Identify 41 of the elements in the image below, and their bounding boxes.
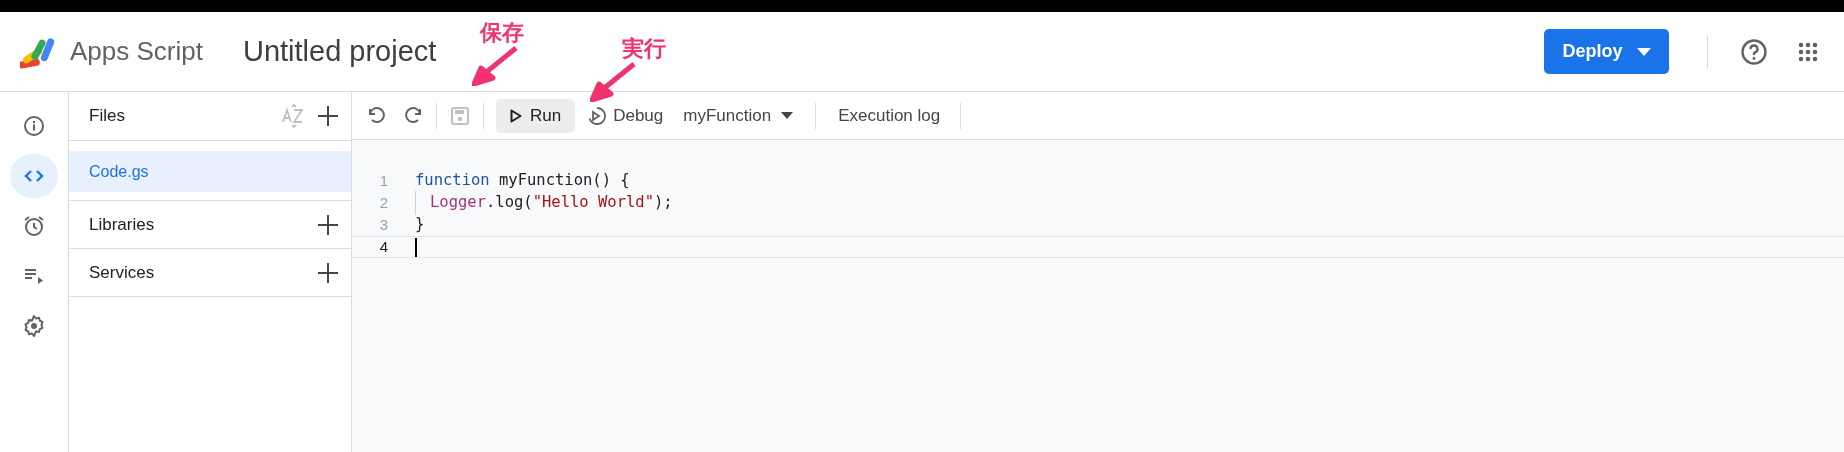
alarm-clock-icon [22,214,46,238]
play-icon [510,108,522,123]
execution-log-button[interactable]: Execution log [830,98,949,133]
panel-title: Files [89,105,126,128]
code-token: Logger [415,191,486,215]
deploy-button[interactable]: Deploy [1544,29,1669,74]
help-icon[interactable] [1740,37,1768,66]
section-title[interactable]: Libraries [89,211,317,238]
annotation-arrow [590,62,636,102]
text-cursor [415,237,417,257]
run-button[interactable]: Run [496,98,576,133]
line-number: 1 [378,170,388,191]
debug-button[interactable]: Debug [583,98,668,133]
add-icon[interactable] [317,261,339,284]
code-token: .log( [486,192,533,214]
function-select[interactable]: myFunction [675,98,802,133]
code-token: "Hello World" [532,192,654,214]
settings-icon [22,314,46,338]
section-title[interactable]: Services [89,259,317,286]
annotation-label: 保存 [478,22,524,44]
debug-icon [587,105,608,126]
line-number: 4 [378,236,388,257]
line-number: 3 [378,214,388,235]
caret-icon [1636,47,1651,56]
app-name: Apps Script [70,35,203,68]
line-number: 2 [378,192,388,213]
annotation-arrow [472,46,518,86]
code-token: } [415,214,425,236]
nav-rail-button[interactable] [10,154,58,198]
info-icon [22,114,46,138]
code-token: myFunction() { [498,170,630,192]
code-editor[interactable]: 1 function myFunction() { 2 Logger.log("Hello World"); 3 } 4 [352,140,1844,452]
code-token: ); [654,192,673,214]
apps-grid-icon[interactable] [1798,41,1818,62]
annotation-label: 実行 [621,38,666,60]
caret-icon [781,112,794,119]
add-icon[interactable] [317,105,339,127]
file-item[interactable]: Code.gs [69,151,351,192]
add-icon[interactable] [317,213,339,236]
code-token: function [415,170,490,192]
project-title[interactable]: Untitled project [242,29,437,74]
